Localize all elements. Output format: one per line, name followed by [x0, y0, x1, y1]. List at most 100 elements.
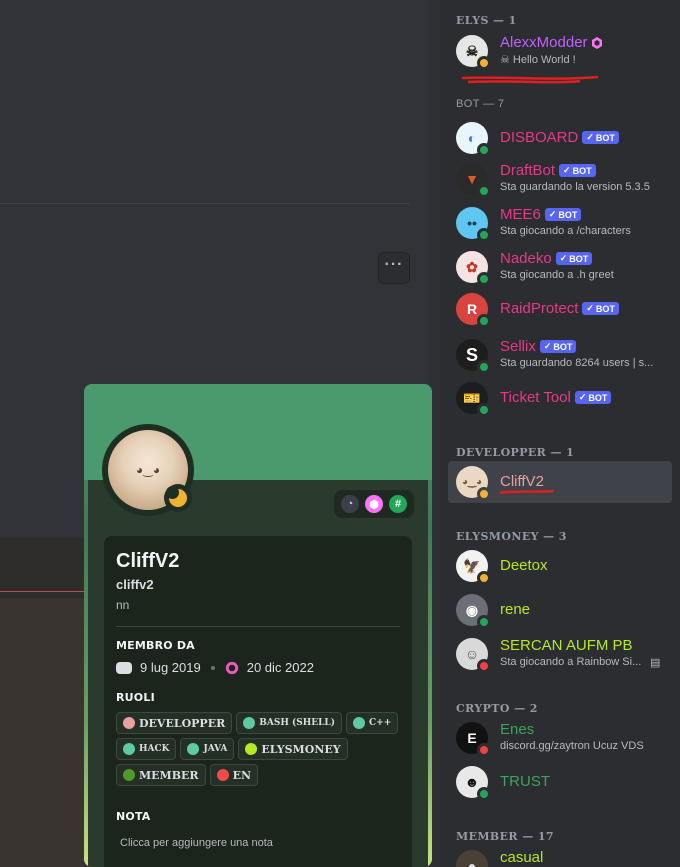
member-name: AlexxModder: [500, 34, 588, 51]
idle-status-icon: [477, 487, 491, 501]
role-chip[interactable]: BASH (SHELL): [236, 712, 342, 734]
note-input[interactable]: Clicca per aggiungere una nota: [120, 837, 400, 849]
role-chip[interactable]: JAVA: [180, 738, 235, 760]
member-name: TRUST: [500, 773, 550, 790]
idle-status-icon: [477, 56, 491, 70]
member-draftbot[interactable]: ▼ DraftBot ✓ BOT Sta guardando la version…: [448, 158, 672, 200]
hashtag-badge-icon[interactable]: #: [389, 495, 407, 513]
bot-badge: ✓ BOT: [555, 252, 593, 265]
avatar: ◉: [456, 594, 491, 629]
role-chip[interactable]: C++: [346, 712, 399, 734]
member-name: SERCAN AUFM PB: [500, 637, 633, 654]
user-profile-popout: ◕‿◕ ◔ ⬢ # CliffV2 cliffv2 nn MEMBRO DA 9…: [84, 384, 432, 867]
member-activity: discord.gg/zaytron Ucuz VDS: [500, 740, 644, 752]
server-join-date: 20 dic 2022: [246, 660, 314, 675]
member-cliffv2[interactable]: ◕‿◕ CliffV2: [448, 461, 672, 503]
role-chip[interactable]: DEVELOPPER: [116, 712, 233, 734]
group-header-member: MEMBER — 17: [456, 830, 554, 843]
display-name: CliffV2: [116, 550, 180, 572]
member-rene[interactable]: ◉ rene: [448, 589, 672, 631]
avatar: ✿: [456, 251, 491, 286]
roles-list: DEVELOPPER BASH (SHELL) C++ HACK JAVA EL…: [116, 712, 400, 786]
role-chip[interactable]: ELYSMONEY: [238, 738, 348, 760]
member-enes[interactable]: E Enes discord.gg/zaytron Ucuz VDS: [448, 717, 672, 759]
member-casual[interactable]: ◓ casual: [448, 845, 672, 867]
profile-avatar[interactable]: ◕‿◕: [102, 424, 194, 516]
separator-dot: [210, 665, 215, 670]
more-options-button[interactable]: ···: [378, 252, 410, 284]
avatar: 🦅: [456, 550, 491, 585]
active-developer-badge-icon[interactable]: ◔: [341, 495, 359, 513]
avatar: S: [456, 339, 491, 374]
member-deetox[interactable]: 🦅 Deetox: [448, 545, 672, 587]
member-disboard[interactable]: ◐ DISBOARD ✓ BOT: [448, 117, 672, 159]
discord-join-date: 9 lug 2019: [140, 660, 201, 675]
role-chip[interactable]: EN: [209, 764, 259, 786]
avatar: ••: [456, 207, 491, 242]
bot-badge: ✓ BOT: [582, 131, 619, 144]
member-list: ELYS — 1 ☠ AlexxModder ☠ Hello World ! B…: [440, 0, 680, 867]
member-trust[interactable]: ☻ TRUST: [448, 761, 672, 803]
idle-status-icon: [164, 484, 192, 512]
member-activity: Sta giocando a .h greet: [500, 269, 614, 281]
bot-badge: ✓ BOT: [574, 391, 612, 404]
avatar: ▼: [456, 163, 491, 198]
avatar: ☺: [456, 638, 491, 673]
chat-divider: [0, 203, 410, 204]
bot-badge: ✓ BOT: [539, 340, 577, 353]
member-tickettool[interactable]: 🎫 Ticket Tool ✓ BOT: [448, 377, 672, 419]
bot-badge: ✓ BOT: [544, 208, 582, 221]
role-color-dot: [353, 717, 365, 729]
member-name: DraftBot: [500, 162, 556, 179]
member-name: rene: [500, 601, 531, 618]
member-name: Ticket Tool: [500, 389, 571, 406]
role-chip[interactable]: MEMBER: [116, 764, 206, 786]
server-icon: [224, 660, 239, 675]
profile-badges: ◔ ⬢ #: [334, 490, 414, 518]
idle-status-icon: [477, 571, 491, 585]
casual-avatar-icon: ◓: [456, 850, 488, 867]
member-sercan[interactable]: ☺ SERCAN AUFM PB Sta giocando a Rainbow …: [448, 633, 672, 675]
role-color-dot: [123, 769, 135, 781]
avatar: ◐: [456, 122, 491, 157]
member-since-dates: 9 lug 2019 20 dic 2022: [116, 660, 400, 675]
avatar: E: [456, 722, 491, 757]
member-raidprotect[interactable]: R RaidProtect ✓ BOT: [448, 288, 672, 330]
pronouns: nn: [116, 598, 130, 612]
member-activity: Sta guardando la version 5.3.5: [500, 181, 650, 193]
member-name: Nadeko: [500, 250, 552, 267]
online-status-icon: [477, 615, 491, 629]
role-color-dot: [216, 769, 229, 781]
rich-presence-icon: ▤: [650, 657, 661, 669]
divider: [116, 626, 400, 627]
member-status: Hello World !: [512, 54, 576, 66]
roles-label: RUOLI: [116, 691, 155, 704]
more-dots-icon: ···: [384, 256, 404, 273]
server-boost-badge-icon[interactable]: ⬢: [365, 495, 383, 513]
avatar: ☻: [456, 766, 491, 801]
member-nadeko[interactable]: ✿ Nadeko ✓ BOT Sta giocando a .h greet: [448, 246, 672, 288]
member-name: casual: [500, 849, 544, 866]
message-preview-area: [0, 538, 90, 867]
member-name: Enes: [500, 721, 535, 738]
group-header-crypto: CRYPTO — 2: [456, 702, 538, 715]
member-since-label: MEMBRO DA: [116, 639, 195, 652]
username: cliffv2: [116, 577, 154, 592]
group-header-bot: BOT — 7: [456, 98, 505, 110]
member-alexxmodder[interactable]: ☠ AlexxModder ☠ Hello World !: [448, 30, 672, 72]
role-chip[interactable]: HACK: [116, 738, 177, 760]
discord-logo-icon: [116, 661, 132, 674]
note-label: NOTA: [116, 810, 151, 823]
member-name: DISBOARD: [500, 129, 579, 146]
online-status-icon: [477, 360, 491, 374]
member-mee6[interactable]: •• MEE6 ✓ BOT Sta giocando a /characters: [448, 202, 672, 244]
online-status-icon: [477, 228, 491, 242]
online-status-icon: [477, 403, 491, 417]
bot-badge: ✓ BOT: [582, 302, 619, 315]
group-header-developper: DEVELOPPER — 1: [456, 446, 575, 459]
red-underline-mark: [499, 489, 555, 495]
online-status-icon: [477, 184, 491, 198]
online-status-icon: [477, 314, 491, 328]
member-sellix[interactable]: S Sellix ✓ BOT Sta guardando 8264 users |…: [448, 334, 672, 376]
avatar: ◓: [456, 850, 488, 867]
